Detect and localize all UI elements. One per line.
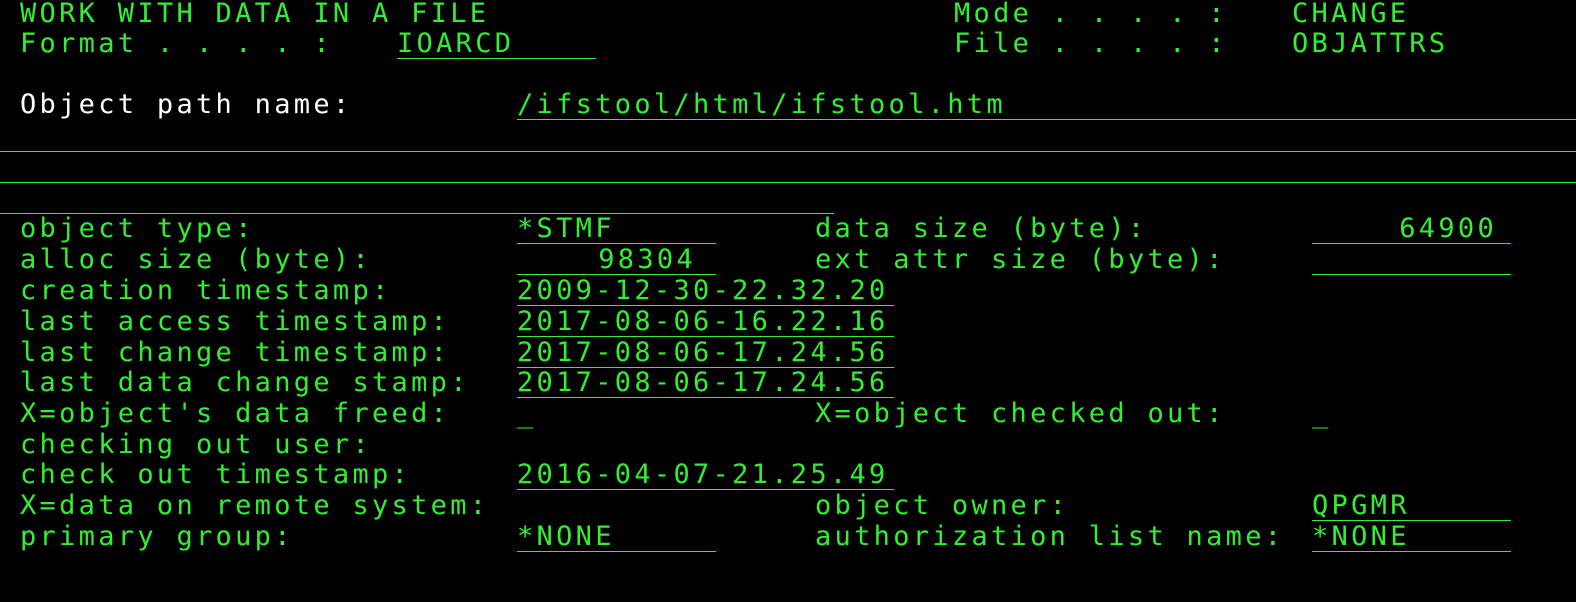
ext-attr-size-field[interactable]	[1312, 245, 1511, 275]
alloc-size-field[interactable]: 98304	[517, 245, 716, 275]
primary-group-label: primary group:	[20, 521, 294, 552]
object-owner-label: object owner:	[815, 490, 1070, 521]
data-freed-label: X=object's data freed:	[20, 398, 451, 429]
mode-value: CHANGE	[1292, 0, 1410, 29]
checkout-user-field[interactable]	[517, 430, 716, 460]
object-type-field[interactable]: *STMF	[517, 214, 716, 244]
authorization-list-field[interactable]: *NONE	[1312, 522, 1511, 552]
remote-system-label: X=data on remote system:	[20, 490, 490, 521]
last-access-timestamp-field[interactable]: 2017-08-06-16.22.16	[517, 307, 894, 337]
file-value: OBJATTRS	[1292, 28, 1449, 59]
screen-title: WORK WITH DATA IN A FILE	[20, 0, 490, 29]
remote-system-field[interactable]	[517, 491, 537, 521]
creation-timestamp-label: creation timestamp:	[20, 275, 392, 306]
checkout-timestamp-label: check out timestamp:	[20, 459, 412, 490]
last-data-change-field[interactable]: 2017-08-06-17.24.56	[517, 368, 894, 398]
object-path-input[interactable]: /ifstool/html/ifstool.htm	[517, 90, 1576, 120]
last-data-change-label: last data change stamp:	[20, 367, 470, 398]
alloc-size-label: alloc size (byte):	[20, 244, 372, 275]
mode-label: Mode . . . . :	[954, 0, 1228, 29]
primary-group-field[interactable]: *NONE	[517, 522, 716, 552]
last-change-timestamp-field[interactable]: 2017-08-06-17.24.56	[517, 338, 894, 368]
data-freed-field[interactable]: _	[517, 399, 537, 429]
object-type-label: object type:	[20, 213, 255, 244]
data-size-field[interactable]: 64900	[1312, 214, 1511, 244]
checkout-timestamp-field[interactable]: 2016-04-07-21.25.49	[517, 460, 894, 490]
last-change-timestamp-label: last change timestamp:	[20, 337, 451, 368]
authorization-list-label: authorization list name:	[815, 521, 1285, 552]
format-label: Format . . . . :	[20, 28, 333, 59]
checkout-user-label: checking out user:	[20, 429, 372, 460]
ext-attr-size-label: ext attr size (byte):	[815, 244, 1226, 275]
data-size-label: data size (byte):	[815, 213, 1148, 244]
checked-out-field[interactable]: _	[1312, 399, 1332, 429]
last-access-timestamp-label: last access timestamp:	[20, 306, 451, 337]
object-path-line-3[interactable]	[0, 182, 1576, 183]
file-label: File . . . . :	[954, 28, 1228, 59]
format-field[interactable]: IOARCD	[397, 29, 596, 59]
object-owner-field[interactable]: QPGMR	[1312, 491, 1511, 521]
object-path-line-2[interactable]	[0, 151, 1576, 152]
creation-timestamp-field[interactable]: 2009-12-30-22.32.20	[517, 276, 894, 306]
checked-out-label: X=object checked out:	[815, 398, 1226, 429]
object-path-label: Object path name:	[20, 89, 353, 120]
